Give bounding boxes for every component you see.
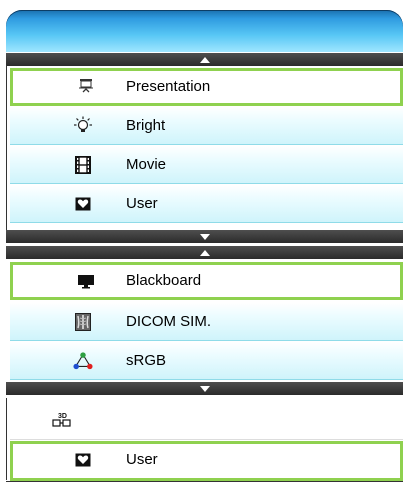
- menu-item-dicom-sim[interactable]: DICOM SIM.: [10, 303, 403, 341]
- menu-border: [6, 481, 403, 482]
- menu-item-label: User: [126, 451, 158, 468]
- menu-item-label: User: [126, 195, 158, 212]
- menu-item-user[interactable]: User: [10, 185, 403, 223]
- menu-item-movie[interactable]: Movie: [10, 146, 403, 184]
- svg-text:3D: 3D: [58, 413, 67, 420]
- menu-item-label: Blackboard: [126, 272, 202, 289]
- heart-icon: [73, 450, 93, 470]
- rgb-triangle-icon: [73, 351, 93, 371]
- heart-icon: [73, 194, 93, 214]
- scroll-up-button-2[interactable]: [6, 246, 403, 259]
- menu-item-3d[interactable]: 3D: [10, 400, 403, 440]
- menu-header: [6, 10, 403, 52]
- film-icon: [73, 155, 93, 175]
- menu-border: [6, 65, 7, 243]
- menu-item-bright[interactable]: Bright: [10, 107, 403, 145]
- arrow-down-icon: [199, 385, 210, 392]
- blackboard-icon: [76, 271, 96, 291]
- menu-border: [6, 398, 7, 480]
- presentation-screen-icon: [76, 77, 96, 97]
- arrow-up-icon: [199, 56, 210, 63]
- menu-item-label: Presentation: [126, 78, 211, 95]
- xray-icon: [73, 312, 93, 332]
- menu-item-user-2[interactable]: User: [10, 441, 403, 481]
- menu-item-label: sRGB: [126, 352, 167, 369]
- menu-item-label: DICOM SIM.: [126, 313, 211, 330]
- menu-item-blackboard[interactable]: Blackboard: [10, 262, 403, 300]
- menu-item-label: Bright: [126, 117, 166, 134]
- arrow-down-icon: [199, 233, 210, 240]
- lightbulb-icon: [73, 116, 93, 136]
- menu-item-presentation[interactable]: Presentation: [10, 68, 403, 106]
- menu-item-srgb[interactable]: sRGB: [10, 342, 403, 380]
- 3d-icon: 3D: [52, 410, 72, 430]
- scroll-up-button[interactable]: [6, 53, 403, 66]
- menu-item-label: Movie: [126, 156, 167, 173]
- scroll-down-button[interactable]: [6, 230, 403, 243]
- arrow-up-icon: [199, 249, 210, 256]
- picture-mode-menu: Presentation Bright Movie User Blackboar…: [0, 0, 408, 485]
- scroll-down-button-2[interactable]: [6, 382, 403, 395]
